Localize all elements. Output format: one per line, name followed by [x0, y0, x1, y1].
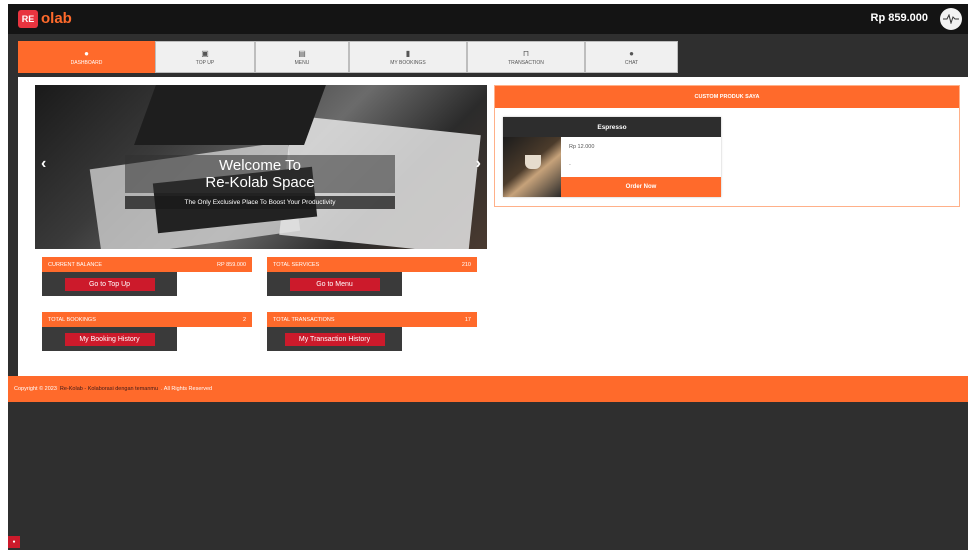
coffee-cup-icon — [525, 155, 541, 169]
tab-chat[interactable]: ● CHAT — [585, 41, 678, 73]
footer-copyright: Copyright © 2023 — [14, 386, 57, 392]
logo-text: olab — [41, 10, 72, 27]
tab-top-up[interactable]: ▣ TOP UP — [155, 41, 255, 73]
logo-mark: RE — [18, 10, 38, 28]
tab-label: CHAT — [624, 59, 639, 66]
hero-carousel: Welcome To Re-Kolab Space The Only Exclu… — [35, 85, 487, 249]
footer-rights: . All Rights Reserved — [161, 386, 213, 392]
tab-label: TRANSACTION — [508, 59, 544, 66]
avatar-icon — [943, 14, 959, 24]
go-to-top-up-button[interactable]: Go to Top Up — [64, 277, 155, 291]
order-now-button[interactable]: Order Now — [561, 177, 721, 197]
card-body: My Transaction History — [267, 327, 402, 351]
hero-title-line1: Welcome To — [219, 157, 301, 174]
header-balance: Rp 859.000 — [870, 12, 928, 24]
product-card: Espresso Rp 12.000 - Order Now — [503, 117, 721, 197]
product-description: - — [569, 162, 571, 168]
card-label: TOTAL BOOKINGS — [48, 316, 96, 323]
bookings-card: TOTAL BOOKINGS 2 My Booking History — [42, 312, 252, 351]
app-frame: RE olab Rp 859.000 ● DASHBOARD ▣ TOP UP … — [8, 4, 968, 550]
transactions-card: TOTAL TRANSACTIONS 17 My Transaction His… — [267, 312, 477, 351]
logo[interactable]: RE olab — [18, 9, 72, 29]
carousel-next-icon[interactable]: › — [476, 155, 481, 173]
services-card: TOTAL SERVICES 210 Go to Menu — [267, 257, 477, 296]
card-value: 210 — [461, 261, 471, 268]
product-image — [503, 137, 561, 197]
tab-my-bookings[interactable]: ▮ MY BOOKINGS — [349, 41, 467, 73]
card-value: 17 — [464, 316, 471, 323]
my-booking-history-button[interactable]: My Booking History — [64, 332, 155, 346]
tab-label: MY BOOKINGS — [390, 59, 426, 66]
card-header: TOTAL BOOKINGS 2 — [42, 312, 252, 327]
card-value: 2 — [242, 316, 246, 323]
tab-label: MENU — [294, 59, 310, 66]
tab-label: DASHBOARD — [70, 59, 103, 66]
nav-tabs: ● DASHBOARD ▣ TOP UP ▤ MENU ▮ MY BOOKING… — [18, 41, 678, 73]
dashboard-icon: ● — [84, 48, 89, 58]
tab-transaction[interactable]: ⊓ TRANSACTION — [467, 41, 585, 73]
footer: Copyright © 2023 Re-Kolab - Kolaborasi d… — [8, 376, 968, 402]
product-price: Rp 12.000 — [569, 144, 595, 150]
cart-icon: ⊓ — [522, 48, 530, 58]
tab-dashboard[interactable]: ● DASHBOARD — [18, 41, 155, 73]
hero-decoration — [134, 85, 326, 145]
card-header: TOTAL SERVICES 210 — [267, 257, 477, 272]
carousel-prev-icon[interactable]: ‹ — [41, 155, 46, 173]
card-body: My Booking History — [42, 327, 177, 351]
card-label: CURRENT BALANCE — [48, 261, 102, 268]
custom-products-title: CUSTOM PRODUK SAYA — [495, 86, 959, 108]
tab-menu[interactable]: ▤ MENU — [255, 41, 349, 73]
my-transaction-history-button[interactable]: My Transaction History — [284, 332, 385, 346]
topup-icon: ▣ — [201, 48, 209, 58]
hero-title-line2: Re-Kolab Space — [205, 174, 315, 191]
go-to-menu-button[interactable]: Go to Menu — [289, 277, 380, 291]
card-label: TOTAL TRANSACTIONS — [273, 316, 335, 323]
app-badge-icon: ● — [8, 536, 20, 548]
main-panel: Welcome To Re-Kolab Space The Only Exclu… — [18, 77, 968, 377]
product-name: Espresso — [503, 117, 721, 137]
bookmark-icon: ▮ — [405, 48, 411, 58]
avatar[interactable] — [940, 8, 962, 30]
footer-brand-link[interactable]: Re-Kolab - Kolaborasi dengan temanmu — [60, 386, 158, 392]
top-bar: RE olab Rp 859.000 — [8, 4, 968, 34]
card-header: TOTAL TRANSACTIONS 17 — [267, 312, 477, 327]
card-label: TOTAL SERVICES — [273, 261, 320, 268]
custom-products-panel: CUSTOM PRODUK SAYA Espresso Rp 12.000 - … — [494, 85, 960, 207]
card-header: CURRENT BALANCE RP 859.000 — [42, 257, 252, 272]
hero-subtitle: The Only Exclusive Place To Boost Your P… — [125, 196, 395, 209]
menu-icon: ▤ — [298, 48, 306, 58]
card-value: RP 859.000 — [217, 261, 246, 268]
balance-card: CURRENT BALANCE RP 859.000 Go to Top Up — [42, 257, 252, 296]
tab-label: TOP UP — [195, 59, 215, 66]
hero-title: Welcome To Re-Kolab Space — [125, 155, 395, 193]
card-body: Go to Menu — [267, 272, 402, 296]
card-body: Go to Top Up — [42, 272, 177, 296]
chat-icon: ● — [629, 48, 634, 58]
